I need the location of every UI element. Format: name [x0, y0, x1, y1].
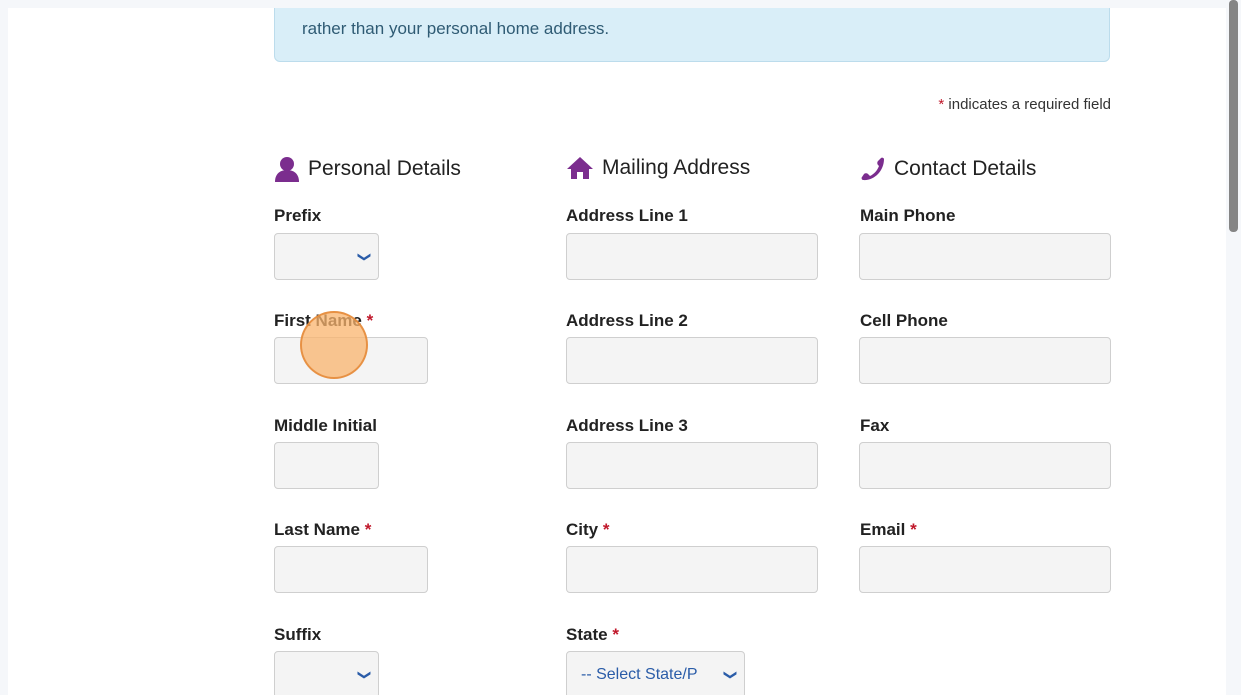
personal-details-heading: Personal Details — [274, 156, 461, 182]
home-icon — [566, 156, 594, 180]
info-notice: rather than your personal home address. — [274, 8, 1110, 62]
email-label: Email * — [860, 520, 917, 540]
address-line-1-input[interactable] — [566, 233, 818, 280]
required-star: * — [364, 520, 372, 539]
address-line-3-label: Address Line 3 — [566, 416, 688, 435]
chevron-down-icon: ❯ — [357, 251, 373, 262]
first-name-label: First Name * — [274, 311, 373, 331]
middle-initial-input[interactable] — [274, 442, 379, 489]
email-label-text: Email — [860, 520, 906, 539]
required-note: * indicates a required field — [938, 96, 1111, 113]
contact-details-title: Contact Details — [894, 157, 1037, 180]
fax-label: Fax — [860, 416, 890, 435]
required-star: * — [366, 311, 374, 330]
state-label: State * — [566, 625, 619, 645]
required-note-text: indicates a required field — [948, 96, 1111, 113]
notice-text: rather than your personal home address. — [302, 19, 610, 38]
suffix-select[interactable]: ❯ — [274, 651, 379, 695]
state-select[interactable]: -- Select State/P ❯ — [566, 651, 745, 695]
chevron-down-icon: ❯ — [723, 669, 739, 680]
city-label-text: City — [566, 520, 599, 539]
contact-details-heading: Contact Details — [860, 156, 1036, 182]
vertical-scrollbar[interactable] — [1226, 0, 1241, 695]
personal-details-title: Personal Details — [308, 157, 461, 180]
state-label-text: State — [566, 625, 608, 644]
prefix-select[interactable]: ❯ — [274, 233, 379, 280]
last-name-input[interactable] — [274, 546, 428, 593]
main-phone-label: Main Phone — [860, 206, 956, 225]
address-line-1-label: Address Line 1 — [566, 206, 688, 225]
last-name-label-text: Last Name — [274, 520, 360, 539]
last-name-label: Last Name * — [274, 520, 371, 540]
scrollbar-thumb[interactable] — [1229, 0, 1238, 232]
middle-initial-label: Middle Initial — [274, 416, 377, 435]
city-label: City * — [566, 520, 609, 540]
suffix-label: Suffix — [274, 625, 322, 644]
first-name-input[interactable] — [274, 337, 428, 384]
form-page: rather than your personal home address. … — [8, 8, 1226, 695]
address-line-2-label: Address Line 2 — [566, 311, 688, 330]
required-star: * — [612, 625, 619, 644]
required-star: * — [602, 520, 610, 539]
prefix-label: Prefix — [274, 206, 322, 225]
chevron-down-icon: ❯ — [357, 669, 373, 680]
phone-icon — [860, 156, 886, 182]
email-input[interactable] — [859, 546, 1111, 593]
required-star: * — [910, 520, 917, 539]
first-name-label-text: First Name — [274, 311, 362, 330]
fax-input[interactable] — [859, 442, 1111, 489]
person-icon — [274, 156, 300, 182]
address-line-2-input[interactable] — [566, 337, 818, 384]
address-line-3-input[interactable] — [566, 442, 818, 489]
cell-phone-label: Cell Phone — [860, 311, 948, 330]
cell-phone-input[interactable] — [859, 337, 1111, 384]
mailing-address-title: Mailing Address — [602, 156, 751, 179]
city-input[interactable] — [566, 546, 818, 593]
main-phone-input[interactable] — [859, 233, 1111, 280]
required-star: * — [938, 96, 945, 113]
mailing-address-heading: Mailing Address — [566, 156, 750, 180]
state-select-value: -- Select State/P — [581, 665, 698, 683]
